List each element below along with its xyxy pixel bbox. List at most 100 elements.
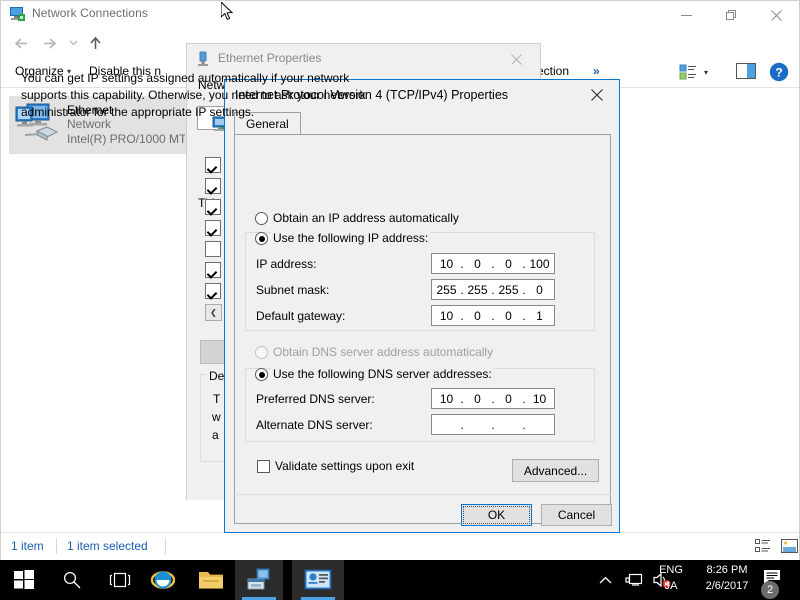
ip-octet[interactable]: 1 <box>527 309 552 323</box>
alternate-dns-input[interactable]: ... <box>431 414 555 435</box>
forward-button[interactable] <box>37 32 61 54</box>
network-icon[interactable] <box>624 571 644 589</box>
network-connections-icon <box>9 6 26 23</box>
subnet-mask-label: Subnet mask: <box>256 283 330 297</box>
use-following-dns-label[interactable]: Use the following DNS server addresses: <box>271 367 494 381</box>
ok-button[interactable]: OK <box>461 504 532 526</box>
ip-octet[interactable]: 0 <box>465 309 490 323</box>
ip-octet[interactable]: 0 <box>496 392 521 406</box>
close-button[interactable] <box>754 1 799 29</box>
status-bar: 1 item 1 item selected <box>1 532 799 560</box>
back-button[interactable] <box>9 32 33 54</box>
view-caret-icon[interactable]: ▾ <box>704 68 708 77</box>
tray-chevron-up-icon[interactable] <box>596 571 614 589</box>
ip-octet[interactable]: 0 <box>496 257 521 271</box>
cancel-button[interactable]: Cancel <box>541 504 612 526</box>
preferred-dns-input[interactable]: 10. 0. 0. 10 <box>431 388 555 409</box>
component-checkbox[interactable] <box>205 283 221 299</box>
horizontal-scroll-left-button[interactable]: ❮ <box>205 304 222 321</box>
task-view-icon[interactable] <box>96 560 144 600</box>
ip-octet[interactable]: 0 <box>465 257 490 271</box>
use-following-dns-radio[interactable] <box>255 368 268 381</box>
ethernet-dialog-title: Ethernet Properties <box>218 51 322 65</box>
tcpip-dialog-close-icon[interactable] <box>575 80 619 110</box>
obtain-ip-automatically-label[interactable]: Obtain an IP address automatically <box>273 211 459 225</box>
preferred-dns-label: Preferred DNS server: <box>256 392 375 406</box>
mouse-cursor <box>220 0 235 22</box>
ip-address-label: IP address: <box>256 257 317 271</box>
ip-octet[interactable]: 0 <box>496 309 521 323</box>
details-view-icon[interactable] <box>753 537 773 555</box>
component-checkbox[interactable] <box>205 262 221 278</box>
file-explorer-icon[interactable] <box>187 560 235 600</box>
tcpip-intro-text: You can get IP settings assigned automat… <box>21 71 366 119</box>
subnet-mask-input[interactable]: 255. 255. 255. 0 <box>431 279 555 300</box>
ip-octet[interactable]: 10 <box>434 392 459 406</box>
component-checkbox[interactable] <box>205 199 221 215</box>
advanced-button[interactable]: Advanced... <box>512 459 599 482</box>
ip-octet[interactable]: 10 <box>434 257 459 271</box>
validate-settings-checkbox[interactable] <box>257 460 270 473</box>
ethernet-component-list <box>205 157 221 304</box>
obtain-dns-automatically-label[interactable]: Obtain DNS server address automatically <box>273 345 493 359</box>
validate-settings-label[interactable]: Validate settings upon exit <box>275 459 414 473</box>
selection-label: 1 item selected <box>67 539 148 553</box>
use-following-ip-radio[interactable] <box>255 232 268 245</box>
svg-text:?: ? <box>775 66 782 80</box>
ip-octet[interactable]: 0 <box>527 283 552 297</box>
ip-octet[interactable]: 255 <box>465 283 490 297</box>
default-gateway-label: Default gateway: <box>256 309 346 323</box>
ethernet-description-line: w <box>212 410 221 424</box>
window-titlebar: Network Connections <box>1 1 799 29</box>
clock-date[interactable]: 2/6/2017 <box>696 580 758 592</box>
ip-address-input[interactable]: 10. 0. 0. 100 <box>431 253 555 274</box>
default-gateway-input[interactable]: 10. 0. 0. 1 <box>431 305 555 326</box>
ethernet-description-line: a <box>212 428 219 442</box>
ip-octet[interactable]: 255 <box>434 283 459 297</box>
internet-explorer-icon[interactable] <box>139 560 187 600</box>
item-count-label: 1 item <box>11 539 44 553</box>
ip-octet[interactable]: 10 <box>527 392 552 406</box>
ip-octet[interactable]: 10 <box>434 309 459 323</box>
ip-dot: . <box>460 417 464 432</box>
recent-locations-button[interactable] <box>61 32 85 54</box>
server-manager-icon[interactable] <box>235 560 283 600</box>
use-following-ip-label[interactable]: Use the following IP address: <box>271 231 431 245</box>
windows-start-icon[interactable] <box>0 560 48 600</box>
ip-octet[interactable]: 100 <box>527 257 552 271</box>
clock-time[interactable]: 8:26 PM <box>696 564 758 576</box>
component-checkbox[interactable] <box>205 220 221 236</box>
minimize-button[interactable] <box>664 1 709 29</box>
language-indicator-line1[interactable]: ENG <box>650 564 692 576</box>
window-title: Network Connections <box>32 6 148 20</box>
search-icon[interactable] <box>48 560 96 600</box>
ip-octet[interactable]: 255 <box>496 283 521 297</box>
dialog-footer-divider <box>233 494 611 495</box>
network-connections-icon[interactable] <box>292 560 344 600</box>
window-controls <box>664 1 799 29</box>
restore-button[interactable] <box>709 1 754 29</box>
view-layout-icon[interactable] <box>679 63 697 86</box>
ip-octet[interactable]: 0 <box>465 392 490 406</box>
obtain-ip-automatically-radio[interactable] <box>255 212 268 225</box>
help-icon[interactable]: ? <box>769 62 789 87</box>
component-checkbox[interactable] <box>205 178 221 194</box>
large-icons-view-icon[interactable] <box>779 537 799 555</box>
preview-pane-icon[interactable] <box>736 63 756 84</box>
ip-dot: . <box>522 417 526 432</box>
notification-count-badge[interactable]: 2 <box>761 581 779 599</box>
up-button[interactable] <box>83 32 107 54</box>
component-checkbox[interactable] <box>205 157 221 173</box>
obtain-dns-automatically-radio[interactable] <box>255 346 268 359</box>
connection-adapter: Intel(R) PRO/1000 MT <box>67 132 185 146</box>
toolbar-partial-label: ection <box>537 64 570 78</box>
taskbar: ENG JA 8:26 PM 2/6/2017 2 <box>0 560 800 600</box>
language-indicator-line2[interactable]: JA <box>650 580 692 592</box>
alternate-dns-label: Alternate DNS server: <box>256 418 373 432</box>
ethernet-dialog-close-icon[interactable] <box>496 48 536 70</box>
toolbar-overflow-button[interactable]: » <box>593 64 600 78</box>
component-checkbox[interactable] <box>205 241 221 257</box>
ip-dot: . <box>491 417 495 432</box>
network-adapter-icon <box>196 51 210 72</box>
ethernet-description-line: T <box>213 392 221 406</box>
